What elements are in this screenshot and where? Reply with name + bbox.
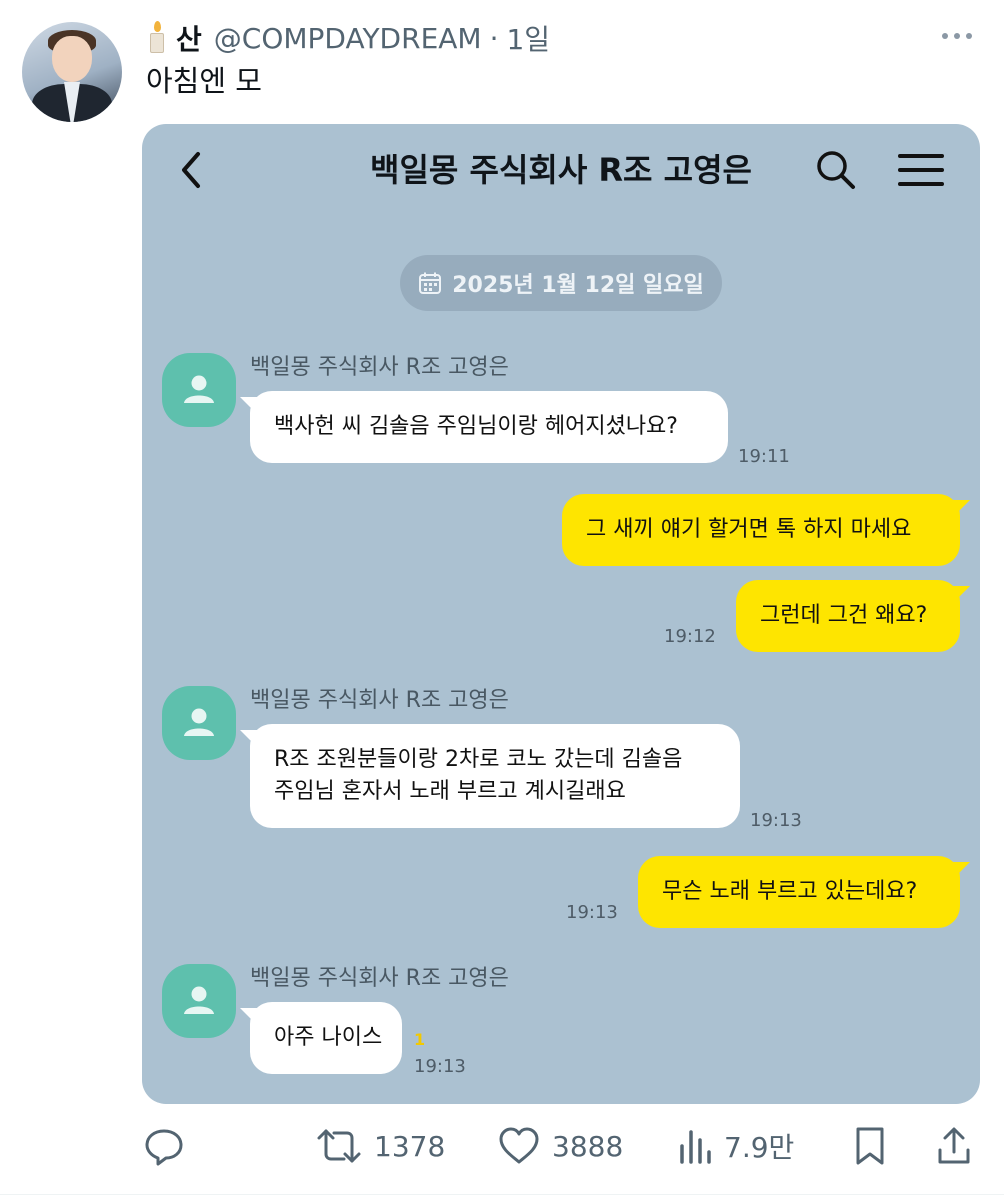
message-bubble-outgoing[interactable]: 그런데 그건 왜요? (736, 580, 960, 652)
avatar-face (52, 36, 92, 82)
message-bubble-incoming[interactable]: 백사헌 씨 김솔음 주임님이랑 헤어지셨나요? (250, 391, 728, 463)
candle-icon (146, 21, 168, 55)
sender-name: 백일몽 주식회사 R조 고영은 (250, 355, 509, 380)
sender-avatar[interactable] (162, 353, 236, 427)
divider (0, 1194, 1004, 1195)
sender-name: 백일몽 주식회사 R조 고영은 (250, 966, 509, 991)
unread-count: 1 (414, 1030, 426, 1049)
message-bubble-outgoing[interactable]: 무슨 노래 부르고 있는데요? (638, 856, 960, 928)
share-icon (938, 1127, 970, 1164)
more-options-icon[interactable] (938, 24, 976, 48)
chat-screenshot[interactable]: 백일몽 주식회사 R조 고영은 2025년 1월 12일 일요일 백일몽 주식회… (142, 124, 980, 1104)
message-bubble-outgoing[interactable]: 그 새끼 얘기 할거면 톡 하지 마세요 (562, 494, 960, 566)
message-time: 19:13 (414, 1056, 466, 1077)
heart-icon (499, 1127, 539, 1164)
share-button[interactable] (936, 1118, 972, 1174)
back-arrow-icon (182, 152, 200, 188)
message-text: 그 새끼 얘기 할거면 톡 하지 마세요 (586, 517, 912, 542)
tweet-action-bar: 1378 3888 7.9만 (0, 1118, 1004, 1174)
reply-button[interactable] (144, 1118, 184, 1174)
message-time: 19:11 (738, 446, 790, 467)
message-time: 19:13 (750, 810, 802, 831)
message-bubble-incoming[interactable]: 아주 나이스 (250, 1002, 402, 1074)
chat-title: 백일몽 주식회사 R조 고영은 (370, 151, 752, 189)
message-text-line: R조 조원분들이랑 2차로 코노 갔는데 김솔음 (274, 747, 683, 772)
bookmark-icon (856, 1127, 884, 1165)
retweet-count: 1378 (374, 1129, 446, 1163)
message-text-line: 주임님 혼자서 노래 부르고 계시길래요 (274, 779, 626, 804)
message-text: 백사헌 씨 김솔음 주임님이랑 헤어지셨나요? (274, 414, 678, 439)
calendar-icon (419, 272, 442, 294)
person-icon (184, 986, 214, 1014)
search-icon (817, 151, 855, 189)
tweet-header: 산 @COMPDAYDREAM · 1일 (146, 18, 550, 58)
like-count: 3888 (552, 1129, 624, 1163)
bookmark-button[interactable] (852, 1118, 888, 1174)
date-text: 2025년 1월 12일 일요일 (452, 273, 704, 298)
like-button[interactable]: 3888 (498, 1118, 623, 1174)
message-time: 19:13 (566, 902, 618, 923)
author-display-name[interactable]: 산 (176, 18, 202, 58)
person-icon (184, 708, 214, 736)
message-text: 아주 나이스 (274, 1025, 383, 1050)
author-avatar[interactable] (22, 22, 122, 122)
sender-avatar[interactable] (162, 686, 236, 760)
person-icon (184, 375, 214, 403)
date-divider: 2025년 1월 12일 일요일 (400, 255, 722, 311)
analytics-icon (680, 1130, 711, 1164)
retweet-button[interactable]: 1378 (316, 1118, 445, 1174)
post-time[interactable]: 1일 (506, 18, 550, 58)
view-count: 7.9만 (724, 1131, 795, 1164)
retweet-icon (317, 1129, 361, 1163)
tweet-text: 아침엔 모 (146, 64, 262, 98)
message-text: 그런데 그건 왜요? (760, 603, 928, 628)
sender-name: 백일몽 주식회사 R조 고영은 (250, 688, 509, 713)
author-handle[interactable]: @COMPDAYDREAM (214, 22, 482, 55)
menu-icon (898, 154, 944, 186)
message-text: 무슨 노래 부르고 있는데요? (662, 879, 918, 904)
views-button[interactable]: 7.9만 (678, 1118, 794, 1174)
message-time: 19:12 (664, 626, 716, 647)
meta-separator: · (489, 21, 499, 55)
sender-avatar[interactable] (162, 964, 236, 1038)
reply-icon (145, 1129, 183, 1166)
message-bubble-incoming[interactable]: R조 조원분들이랑 2차로 코노 갔는데 김솔음 주임님 혼자서 노래 부르고 … (250, 724, 740, 828)
